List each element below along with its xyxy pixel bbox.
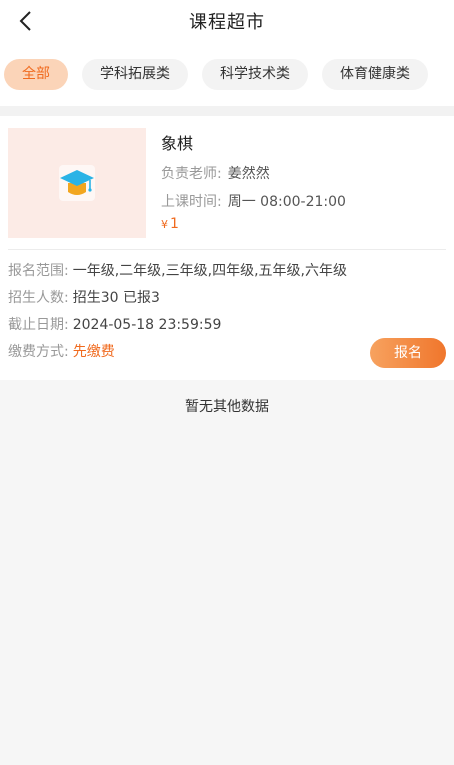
section-gap bbox=[0, 106, 454, 116]
payment-value: 先缴费 bbox=[72, 344, 115, 360]
grades-value: 一年级,二年级,三年级,四年级,五年级,六年级 bbox=[72, 263, 347, 279]
category-tabs: 全部 学科拓展类 科学技术类 体育健康类 bbox=[0, 42, 454, 106]
signup-button[interactable]: 报名 bbox=[370, 337, 446, 368]
nav-bar: 课程超市 bbox=[0, 0, 454, 42]
deadline-row: 截止日期: 2024-05-18 23:59:59 bbox=[8, 312, 446, 339]
time-row: 上课时间: 周一 08:00-21:00 bbox=[161, 192, 346, 212]
tab-subject-extension[interactable]: 学科拓展类 bbox=[82, 58, 188, 90]
payment-info: 缴费方式: 先缴费 bbox=[8, 339, 115, 366]
page-title: 课程超市 bbox=[189, 12, 265, 33]
teacher-row: 负责老师: 姜然然 bbox=[161, 164, 346, 184]
teacher-label: 负责老师: bbox=[161, 166, 222, 182]
course-thumbnail bbox=[8, 128, 146, 238]
divider bbox=[8, 249, 446, 250]
time-label: 上课时间: bbox=[161, 194, 222, 210]
payment-row: 缴费方式: 先缴费 报名 bbox=[8, 337, 446, 368]
currency-symbol: ¥ bbox=[161, 218, 168, 231]
top-area: 课程超市 全部 学科拓展类 科学技术类 体育健康类 bbox=[0, 0, 454, 106]
graduation-cap-icon bbox=[59, 165, 95, 201]
tab-sports-health[interactable]: 体育健康类 bbox=[322, 58, 428, 90]
deadline-label: 截止日期: bbox=[8, 317, 69, 333]
enroll-label: 招生人数: bbox=[8, 290, 69, 306]
course-name: 象棋 bbox=[161, 134, 194, 153]
enroll-value: 招生30 已报3 bbox=[72, 290, 160, 306]
price: ¥1 bbox=[161, 214, 346, 234]
tab-all[interactable]: 全部 bbox=[4, 58, 68, 90]
tab-science-tech[interactable]: 科学技术类 bbox=[202, 58, 308, 90]
deadline-value: 2024-05-18 23:59:59 bbox=[72, 317, 222, 333]
course-summary: 象棋 负责老师: 姜然然 上课时间: 周一 08:00-21:00 ¥1 bbox=[8, 128, 446, 238]
back-button[interactable] bbox=[10, 4, 40, 38]
no-more-data-text: 暂无其他数据 bbox=[185, 399, 269, 415]
enroll-row: 招生人数: 招生30 已报3 bbox=[8, 285, 446, 312]
course-card[interactable]: 象棋 负责老师: 姜然然 上课时间: 周一 08:00-21:00 ¥1 报名范围:… bbox=[0, 116, 454, 380]
price-value: 1 bbox=[170, 216, 179, 232]
teacher-value: 姜然然 bbox=[227, 166, 270, 182]
time-value: 周一 08:00-21:00 bbox=[227, 194, 346, 210]
payment-label: 缴费方式: bbox=[8, 344, 69, 360]
chevron-left-icon bbox=[19, 11, 31, 31]
grades-row: 报名范围: 一年级,二年级,三年级,四年级,五年级,六年级 bbox=[8, 258, 446, 285]
grades-label: 报名范围: bbox=[8, 263, 69, 279]
course-info: 象棋 负责老师: 姜然然 上课时间: 周一 08:00-21:00 ¥1 bbox=[146, 128, 346, 238]
